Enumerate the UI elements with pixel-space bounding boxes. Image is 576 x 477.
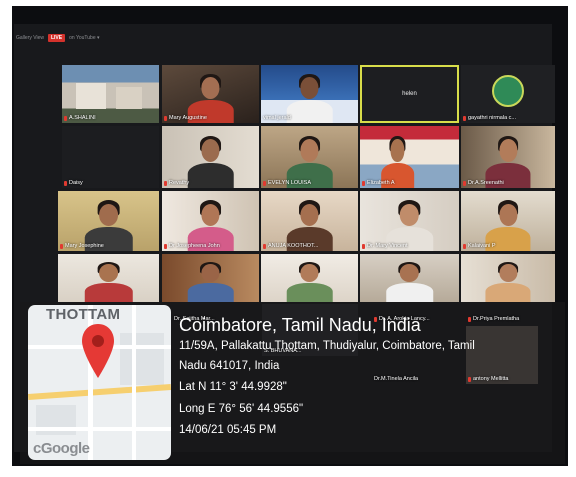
participant-tile[interactable] (261, 254, 358, 302)
person-video (84, 261, 133, 302)
live-badge: LIVE (47, 34, 66, 42)
geotag-address-line-1: 11/59A, Pallakattu Thottam, Thudiyalur, … (179, 340, 475, 352)
participant-name: Dr. Mary Vincent (362, 243, 408, 250)
geotag-address-line-2: Nadu 641017, India (179, 359, 280, 372)
stream-label[interactable]: on YouTube ▾ (69, 35, 99, 41)
muted-mic-icon (164, 181, 167, 186)
participant-name: gayathri nirmala c... (463, 115, 516, 122)
muted-mic-icon (263, 244, 266, 249)
muted-mic-icon (263, 181, 266, 186)
map-place-label: THOTTAM (46, 306, 121, 323)
muted-mic-icon (60, 244, 63, 249)
participant-tile[interactable]: EVELYN LOUISA (261, 126, 358, 188)
participant-name: ANUJA KOOTHOT... (263, 243, 318, 250)
muted-mic-icon (64, 116, 67, 121)
muted-mic-icon (463, 181, 466, 186)
person-video (286, 261, 333, 302)
muted-mic-icon (64, 181, 67, 186)
participant-name: Kalaivani P (463, 243, 496, 250)
geotag-info: Coimbatore, Tamil Nadu, India 11/59A, Pa… (179, 314, 559, 442)
participant-tile[interactable]: Dr. Mary Vincent (360, 191, 459, 251)
participant-name-centered: helen (402, 90, 417, 97)
participant-tile[interactable]: vimal jerald (261, 65, 358, 123)
location-pin-icon (82, 324, 114, 378)
person-video (385, 261, 434, 302)
participant-tile[interactable] (162, 254, 259, 302)
building-shape (76, 83, 106, 109)
participant-tile[interactable]: Mary Augustine (162, 65, 259, 123)
participant-tile[interactable]: Mary Josephine (58, 191, 159, 251)
person-video (286, 73, 333, 123)
participant-name: Dr Josepheena John (164, 243, 220, 250)
map-road (132, 305, 136, 460)
building-shape (116, 87, 142, 109)
geotag-longitude: Long E 76° 56' 44.9556" (179, 402, 304, 415)
participant-name: Revathy (164, 180, 189, 187)
participant-tile[interactable]: Dr Josepheena John (162, 191, 259, 251)
muted-mic-icon (362, 244, 365, 249)
participant-tile[interactable]: Daisy (62, 126, 159, 188)
participant-tile-active-speaker[interactable]: helen (360, 65, 459, 123)
participant-tile[interactable] (360, 254, 459, 302)
map-thumbnail[interactable]: THOTTAM cGoogle (28, 305, 171, 460)
participant-name: vimal jerald (263, 115, 291, 121)
google-logo: cGoogle (33, 440, 90, 457)
photo: Gallery View LIVE on YouTube ▾ A.SHALINI… (0, 0, 576, 477)
muted-mic-icon (164, 116, 167, 121)
person-video (187, 135, 234, 188)
participant-name: Mary Josephine (60, 243, 104, 250)
person-video (187, 261, 234, 302)
geotag-datetime: 14/06/21 05:45 PM (179, 424, 277, 436)
person-video (485, 261, 531, 302)
participant-tile[interactable]: ANUJA KOOTHOT... (261, 191, 358, 251)
meeting-topbar: Gallery View LIVE on YouTube ▾ (16, 33, 100, 43)
muted-mic-icon (362, 181, 365, 186)
map-road (28, 384, 171, 400)
participant-name: Elizabeth A (362, 180, 395, 187)
participant-tile[interactable]: Dr.A.Sreenathi (461, 126, 555, 188)
geotag-latitude: Lat N 11° 3' 44.9928" (179, 381, 287, 393)
participant-tile[interactable] (461, 254, 555, 302)
map-block (120, 333, 164, 385)
muted-mic-icon (164, 244, 167, 249)
participant-name: EVELYN LOUISA (263, 180, 311, 187)
geotag-city: Coimbatore, Tamil Nadu, India (179, 315, 421, 335)
map-road (28, 427, 171, 431)
muted-mic-icon (463, 116, 466, 121)
participant-tile[interactable]: A.SHALINI (62, 65, 159, 123)
participant-tile[interactable] (58, 254, 159, 302)
participant-tile[interactable]: gayathri nirmala c... (461, 65, 555, 123)
muted-mic-icon (463, 244, 466, 249)
participant-tile[interactable]: Kalaivani P (461, 191, 555, 251)
participant-name: Dr.A.Sreenathi (463, 180, 504, 187)
participant-name: Daisy (64, 180, 83, 187)
participant-name: Mary Augustine (164, 115, 207, 122)
organisation-logo-icon (492, 75, 524, 107)
gallery-view-label[interactable]: Gallery View (16, 35, 44, 41)
participant-name: A.SHALINI (64, 115, 96, 122)
participant-tile[interactable]: Elizabeth A (360, 126, 459, 188)
participant-tile[interactable]: Revathy (162, 126, 259, 188)
